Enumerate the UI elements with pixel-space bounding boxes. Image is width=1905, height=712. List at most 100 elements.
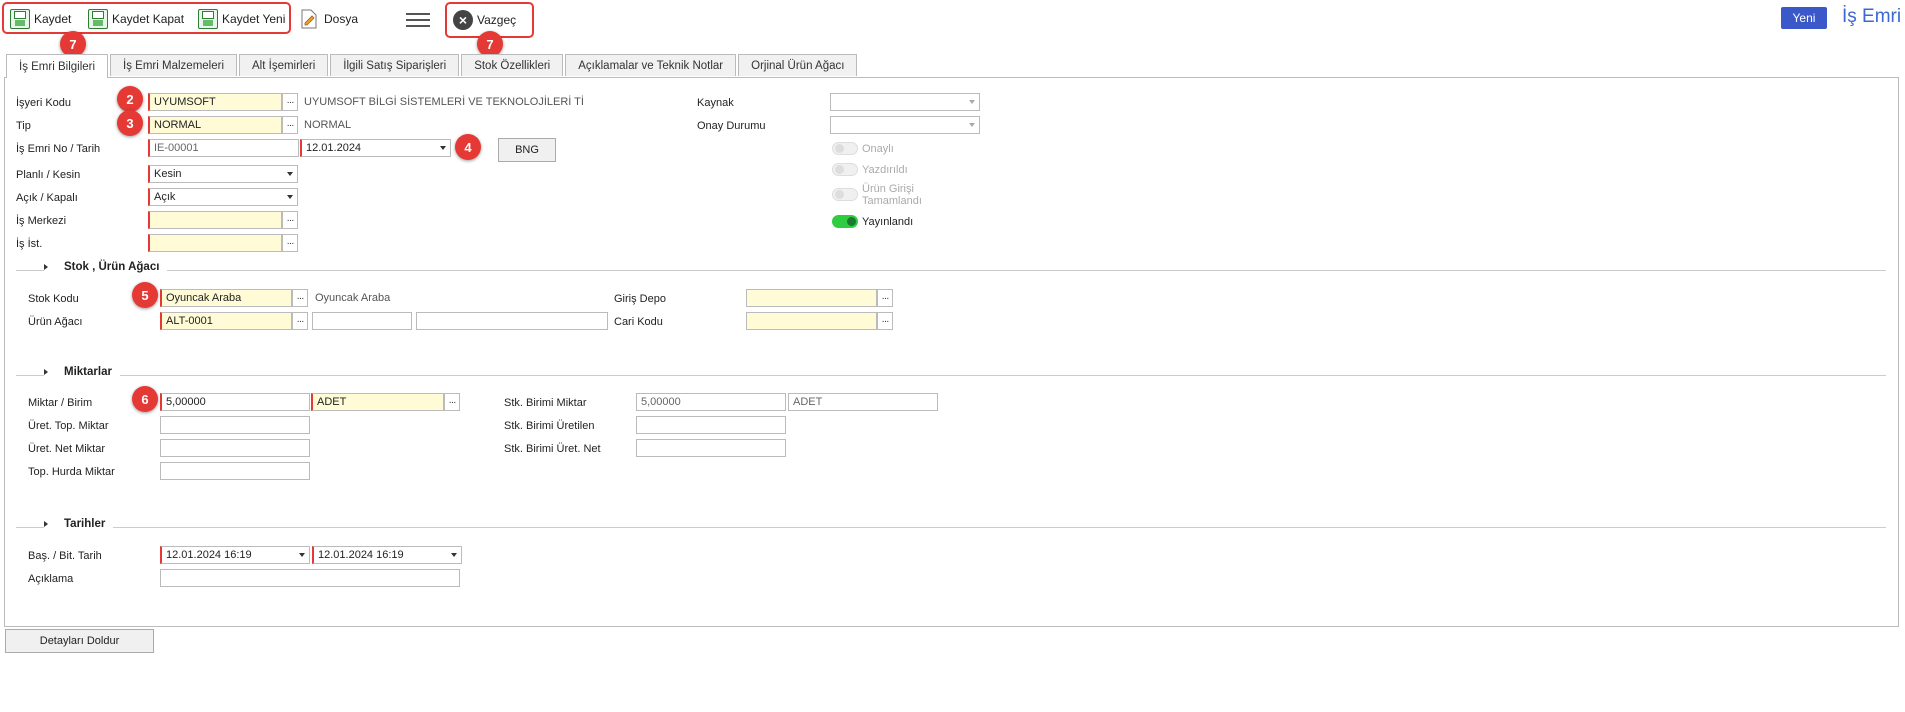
published-toggle[interactable]	[832, 215, 858, 228]
annotation-badge: 5	[132, 282, 158, 308]
open-closed-select[interactable]: Açık	[148, 188, 298, 206]
tab-descriptions[interactable]: Açıklamalar ve Teknik Notlar	[565, 54, 737, 76]
bom-extra-input-1[interactable]	[312, 312, 412, 330]
prod-total-input[interactable]	[160, 416, 310, 434]
work-center-label: İş Merkezi	[16, 215, 67, 227]
entry-depot-lookup-button[interactable]: ···	[877, 289, 893, 307]
tab-work-order-materials[interactable]: İş Emri Malzemeleri	[110, 54, 238, 76]
stk-unit-input[interactable]: ADET	[788, 393, 938, 411]
chevron-down-icon	[969, 123, 975, 127]
bom-input[interactable]: ALT-0001	[160, 312, 292, 330]
workplace-label: İşyeri Kodu	[16, 97, 72, 109]
type-label: Tip	[16, 120, 31, 132]
dates-section-header[interactable]: Tarihler	[44, 518, 114, 530]
annotation-badge: 4	[455, 134, 481, 160]
tab-original-bom[interactable]: Orjinal Ürün Ağacı	[738, 54, 858, 76]
save-close-icon	[88, 9, 108, 29]
save-new-icon	[198, 9, 218, 29]
unit-lookup-button[interactable]: ···	[444, 393, 460, 411]
work-station-input[interactable]	[148, 234, 282, 252]
description-label: Açıklama	[28, 573, 74, 585]
annotation-badge: 3	[117, 110, 143, 136]
total-scrap-label: Top. Hurda Miktar	[28, 466, 115, 478]
printed-toggle[interactable]	[832, 163, 858, 176]
end-date-select[interactable]: 12.01.2024 16:19	[312, 546, 462, 564]
chevron-down-icon	[287, 172, 293, 176]
stk-unit-net-input[interactable]	[636, 439, 786, 457]
entry-depot-input[interactable]	[746, 289, 877, 307]
stock-section-header[interactable]: Stok , Ürün Ağacı	[44, 261, 168, 273]
type-input[interactable]: NORMAL	[148, 116, 282, 134]
work-center-input[interactable]	[148, 211, 282, 229]
workplace-description: UYUMSOFT BİLGİ SİSTEMLERİ VE TEKNOLOJİLE…	[304, 96, 584, 108]
planned-select[interactable]: Kesin	[148, 165, 298, 183]
published-label: Yayınlandı	[862, 216, 914, 228]
new-button[interactable]: Yeni	[1781, 7, 1827, 29]
bom-lookup-button[interactable]: ···	[292, 312, 308, 330]
tab-panel	[4, 77, 1899, 627]
quantity-input[interactable]: 5,00000	[160, 393, 310, 411]
save-new-button[interactable]: Kaydet Yeni	[198, 7, 285, 31]
current-code-lookup-button[interactable]: ···	[877, 312, 893, 330]
approval-label: Onay Durumu	[697, 120, 766, 132]
source-label: Kaynak	[697, 97, 734, 109]
fill-details-button[interactable]: Detayları Doldur	[5, 629, 154, 653]
product-entry-label: Ürün Girişi Tamamlandı	[862, 183, 922, 207]
printed-label: Yazdırıldı	[862, 164, 908, 176]
expand-icon	[44, 369, 48, 375]
tab-sub-orders[interactable]: Alt İşemirleri	[239, 54, 329, 76]
description-input[interactable]	[160, 569, 460, 587]
type-lookup-button[interactable]: ···	[282, 116, 298, 134]
expand-icon	[44, 521, 48, 527]
qty-unit-label: Miktar / Birim	[28, 397, 93, 409]
bng-button[interactable]: BNG	[498, 138, 556, 162]
bom-label: Ürün Ağacı	[28, 316, 83, 328]
source-select[interactable]	[830, 93, 980, 111]
planned-label: Planlı / Kesin	[16, 169, 81, 181]
close-icon: ×	[453, 10, 473, 30]
page-title: İş Emri	[1842, 6, 1902, 27]
quantity-section-header[interactable]: Miktarlar	[44, 366, 120, 378]
current-code-input[interactable]	[746, 312, 877, 330]
start-date-select[interactable]: 12.01.2024 16:19	[160, 546, 310, 564]
tab-sales-orders[interactable]: İlgili Satış Siparişleri	[330, 54, 460, 76]
tab-work-order-info[interactable]: İş Emri Bilgileri	[6, 54, 109, 78]
order-date-select[interactable]: 12.01.2024	[300, 139, 451, 157]
prod-net-input[interactable]	[160, 439, 310, 457]
tab-stock-properties[interactable]: Stok Özellikleri	[461, 54, 564, 76]
work-station-label: İş İst.	[16, 238, 43, 250]
order-no-input[interactable]: IE-00001	[148, 139, 299, 157]
save-button[interactable]: Kaydet	[10, 7, 71, 31]
chevron-down-icon	[440, 146, 446, 150]
section-divider	[16, 270, 1886, 271]
stk-unit-qty-label: Stk. Birimi Miktar	[504, 397, 587, 409]
stock-code-lookup-button[interactable]: ···	[292, 289, 308, 307]
save-close-button[interactable]: Kaydet Kapat	[88, 7, 184, 31]
section-divider	[16, 527, 1886, 528]
product-entry-toggle[interactable]	[832, 188, 858, 201]
save-icon	[10, 9, 30, 29]
workplace-input[interactable]: UYUMSOFT	[148, 93, 282, 111]
approval-select[interactable]	[830, 116, 980, 134]
file-button[interactable]: Dosya	[300, 7, 358, 31]
work-station-lookup-button[interactable]: ···	[282, 234, 298, 252]
approved-toggle[interactable]	[832, 142, 858, 155]
expand-icon	[44, 264, 48, 270]
open-closed-label: Açık / Kapalı	[16, 192, 78, 204]
stock-code-input[interactable]: Oyuncak Araba	[160, 289, 292, 307]
total-scrap-input[interactable]	[160, 462, 310, 480]
cancel-button[interactable]: × Vazgeç	[453, 8, 516, 32]
work-center-lookup-button[interactable]: ···	[282, 211, 298, 229]
workplace-lookup-button[interactable]: ···	[282, 93, 298, 111]
current-code-label: Cari Kodu	[614, 316, 663, 328]
start-end-date-label: Baş. / Bit. Tarih	[28, 550, 102, 562]
chevron-down-icon	[451, 553, 457, 557]
menu-icon[interactable]	[406, 9, 430, 33]
bom-extra-input-2[interactable]	[416, 312, 608, 330]
chevron-down-icon	[969, 100, 975, 104]
stk-unit-produced-input[interactable]	[636, 416, 786, 434]
stk-unit-qty-input[interactable]: 5,00000	[636, 393, 786, 411]
stk-unit-net-label: Stk. Birimi Üret. Net	[504, 443, 601, 455]
unit-input[interactable]: ADET	[311, 393, 444, 411]
type-description: NORMAL	[304, 119, 352, 131]
